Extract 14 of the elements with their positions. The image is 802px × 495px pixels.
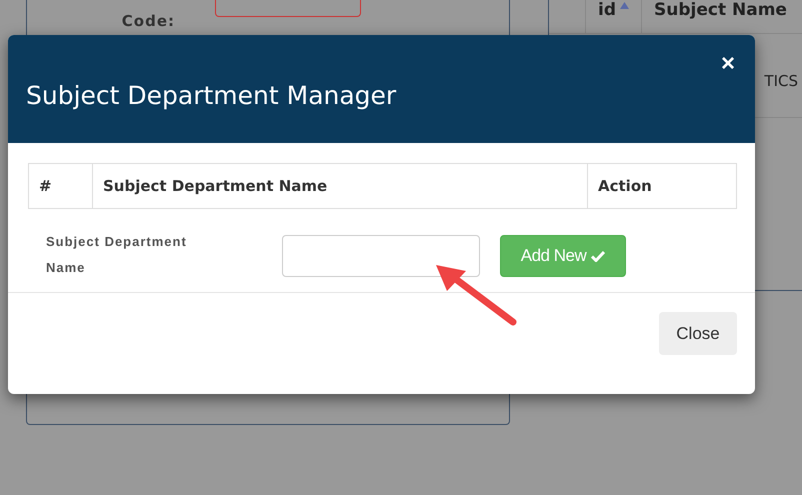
field-label: Subject Department Name	[46, 233, 188, 277]
table-cell: TICS	[764, 72, 798, 90]
column-header[interactable]: id	[585, 0, 641, 33]
close-button[interactable]: Close	[659, 312, 737, 355]
check-icon	[591, 250, 606, 262]
modal-title: Subject Department Manager	[26, 80, 396, 110]
column-header: Subject Department Name	[93, 164, 588, 208]
input-field[interactable]	[282, 235, 480, 277]
code-field[interactable]	[215, 0, 361, 17]
column-header: Action	[597, 176, 653, 197]
column-header: #	[29, 164, 93, 208]
close-button[interactable]: ×	[718, 52, 737, 76]
column-header[interactable]: Subject Name	[641, 0, 799, 33]
field-label: Code:	[120, 12, 175, 30]
